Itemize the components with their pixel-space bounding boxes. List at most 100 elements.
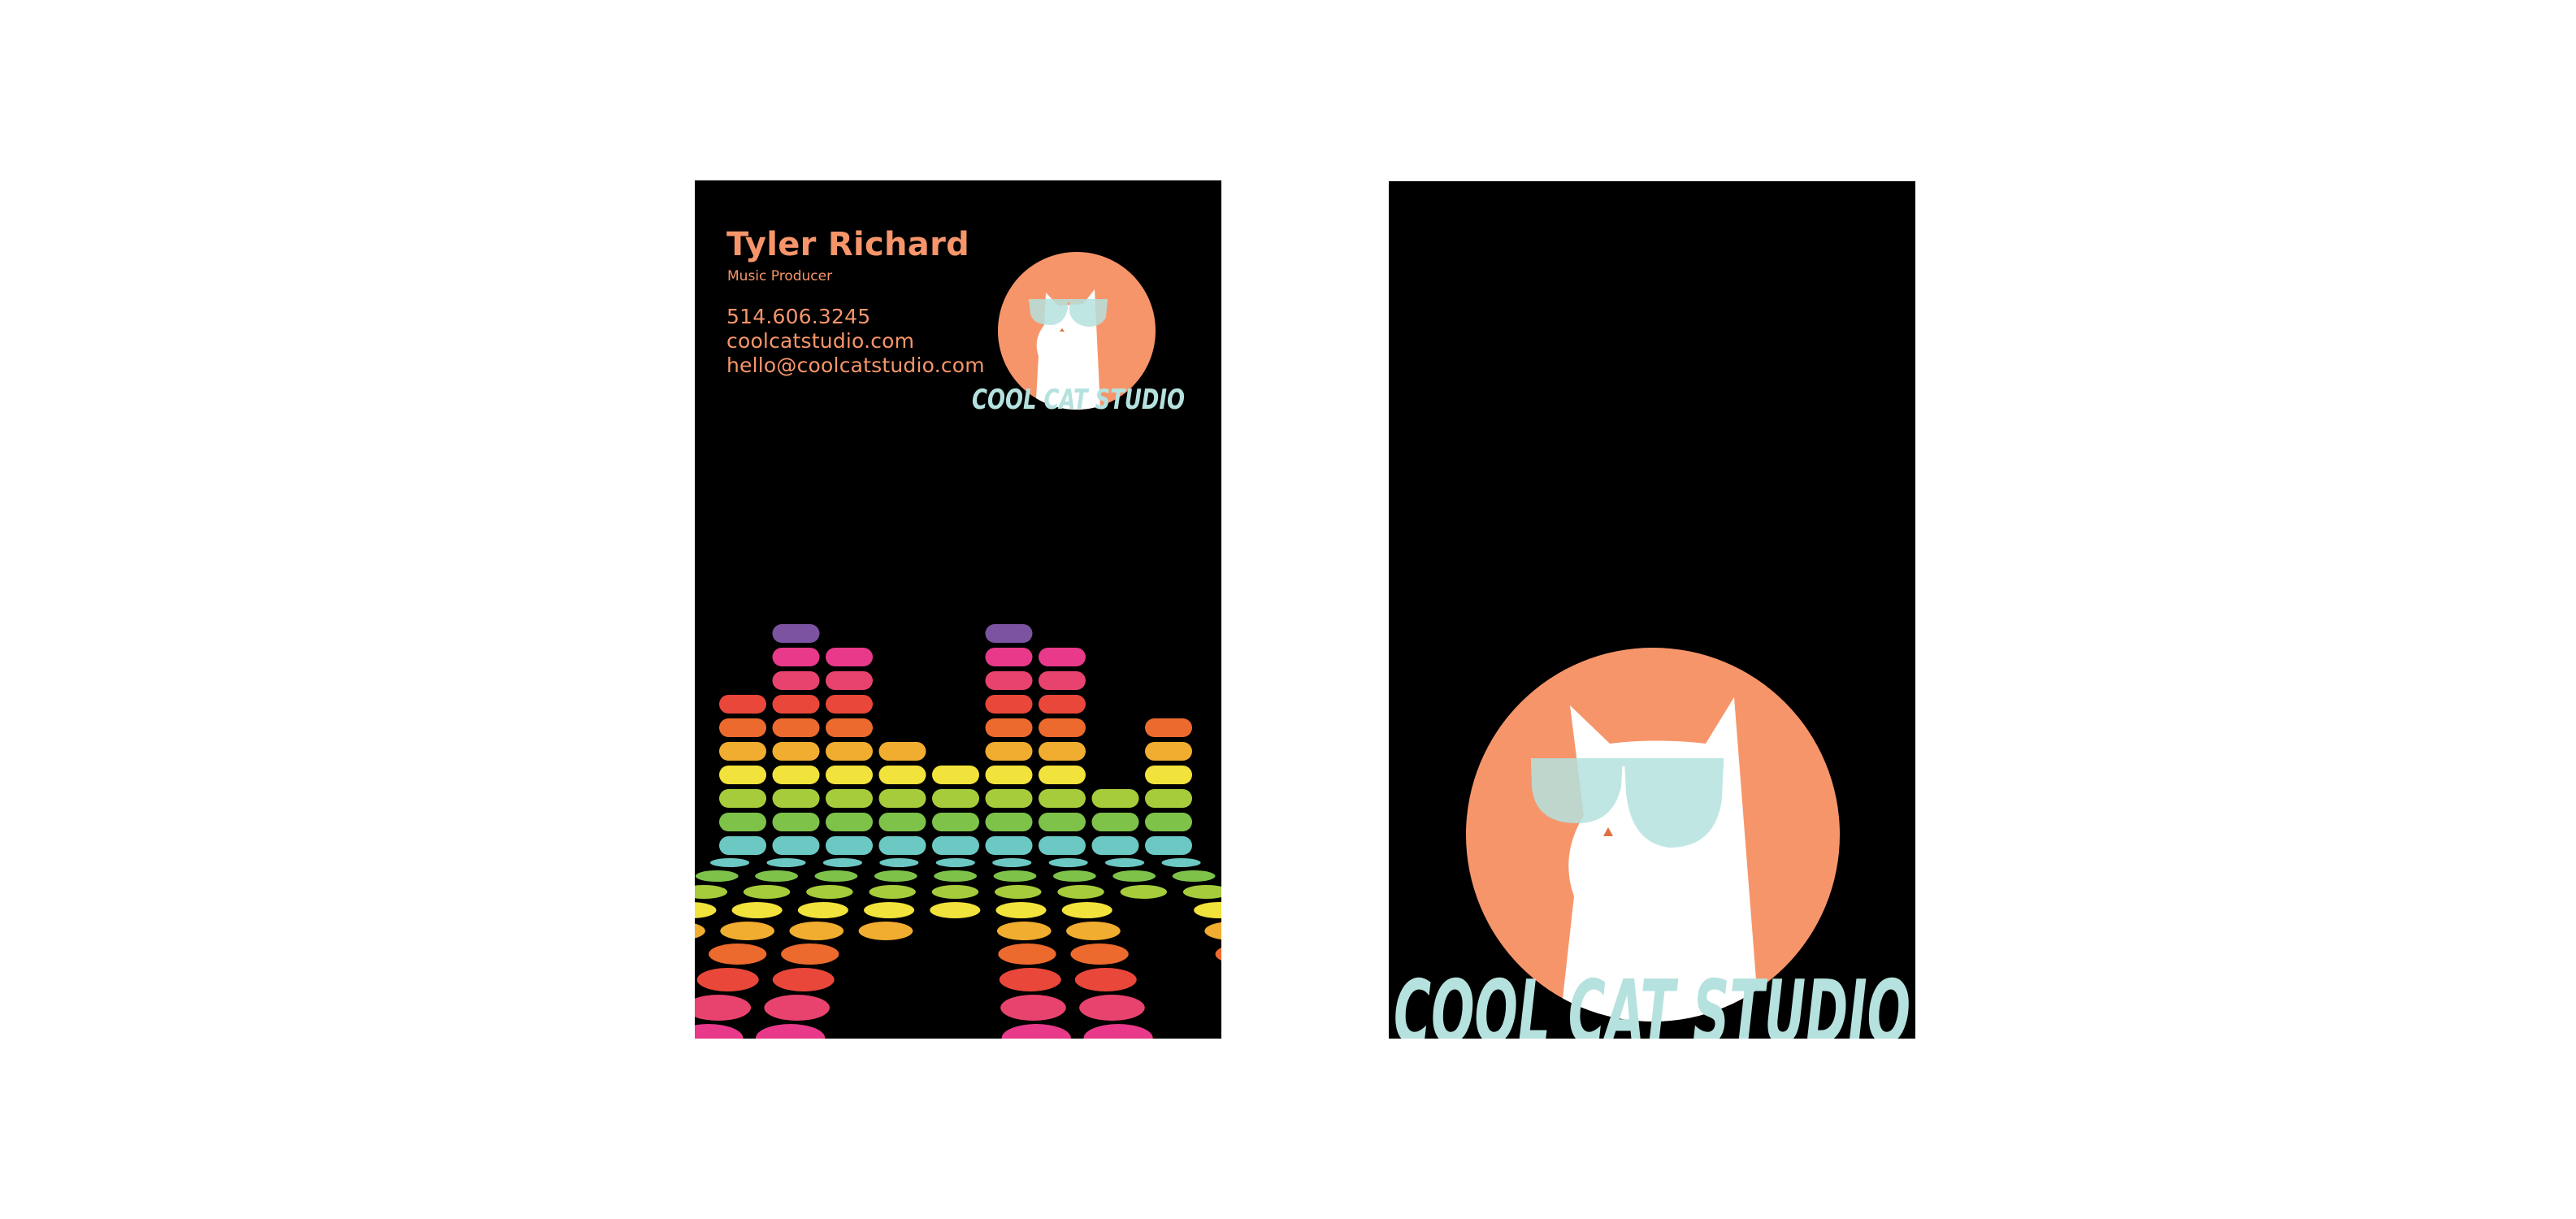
logo-text-large: COOL CAT STUDIO (1394, 962, 1910, 1039)
equalizer-reflection (731, 902, 783, 918)
equalizer-bar (878, 813, 926, 831)
equalizer-reflection (764, 995, 830, 1021)
equalizer-reflection (874, 870, 917, 882)
equalizer-bar (719, 742, 766, 761)
equalizer-bar (878, 789, 926, 808)
equalizer-reflection (1061, 902, 1112, 918)
equalizer-reflection (1074, 968, 1137, 991)
equalizer-bar (985, 813, 1033, 831)
equalizer-bar (1091, 836, 1139, 855)
equalizer-reflection (1057, 885, 1104, 899)
equalizer-reflection (1182, 885, 1221, 899)
equalizer-reflection (1052, 870, 1096, 882)
equalizer-bar (1039, 836, 1086, 855)
equalizer-bar (985, 742, 1033, 761)
equalizer-bar (772, 695, 820, 714)
equalizer-reflection (934, 870, 978, 882)
equalizer-reflection (935, 858, 975, 867)
equalizer-reflection (931, 885, 979, 899)
equalizer-bar (1145, 718, 1192, 737)
equalizer-bar (719, 789, 766, 808)
equalizer-bar (772, 624, 820, 643)
equalizer-reflection (1120, 885, 1168, 899)
equalizer-bar (1039, 671, 1086, 690)
equalizer-bar (772, 766, 820, 784)
equalizer-bar (932, 789, 979, 808)
equalizer-bar (1039, 695, 1086, 714)
equalizer-reflection (1000, 995, 1066, 1021)
equalizer-bar (719, 766, 766, 784)
equalizer-bar (878, 766, 926, 784)
equalizer-reflection (1001, 1024, 1071, 1039)
equalizer-reflection (756, 1024, 826, 1039)
equalizer-reflection (992, 858, 1032, 867)
equalizer-reflection (709, 944, 767, 965)
equalizer-bar (826, 695, 873, 714)
equalizer-bar (719, 718, 766, 737)
equalizer-bar (1091, 813, 1139, 831)
equalizer-bar (772, 718, 820, 737)
business-card-front: Tyler Richard Music Producer 514.606.324… (695, 180, 1221, 1039)
equalizer-bar (878, 836, 926, 855)
business-card-back: COOL CAT STUDIO (1389, 181, 1915, 1039)
equalizer-reflection (1161, 858, 1201, 867)
equalizer-reflection (695, 1024, 744, 1039)
equalizer-bar (1039, 766, 1086, 784)
equalizer-bar (826, 718, 873, 737)
equalizer-reflection (858, 922, 913, 940)
equalizer-reflection (930, 902, 981, 918)
equalizer-bar (985, 695, 1033, 714)
equalizer-bar (1039, 742, 1086, 761)
equalizer-bar (932, 813, 979, 831)
equalizer-bar (772, 813, 820, 831)
equalizer-bar (719, 813, 766, 831)
equalizer-bar (772, 742, 820, 761)
equalizer-reflection (999, 968, 1061, 991)
equalizer-bar (985, 766, 1033, 784)
equalizer-bar (1039, 718, 1086, 737)
equalizer-reflection (766, 858, 806, 867)
equalizer-reflection (1066, 922, 1121, 940)
equalizer-bar (1039, 813, 1086, 831)
equalizer-reflection (1172, 870, 1216, 882)
equalizer-reflection (772, 968, 835, 991)
equalizer-reflection (869, 885, 916, 899)
equalizer-bar (719, 695, 766, 714)
equalizer-reflection (695, 902, 717, 918)
equalizer-bar (878, 742, 926, 761)
equalizer-bar (772, 671, 820, 690)
equalizer-bar (985, 718, 1033, 737)
equalizer-bar (932, 766, 979, 784)
equalizer-reflection (1215, 948, 1221, 961)
equalizer-reflection (1048, 858, 1088, 867)
equalizer-bar (1145, 789, 1192, 808)
equalizer-reflection (743, 885, 791, 899)
equalizer-bar (932, 836, 979, 855)
equalizer-bar (826, 648, 873, 666)
equalizer-bar (772, 648, 820, 666)
equalizer-reflection (789, 922, 844, 940)
equalizer-bar (826, 789, 873, 808)
equalizer-reflection (797, 902, 848, 918)
equalizer-bar (1145, 836, 1192, 855)
equalizer-reflection (814, 870, 858, 882)
equalizer-bar (985, 836, 1033, 855)
equalizer-reflection (995, 885, 1042, 899)
equalizer-reflection (822, 858, 863, 867)
equalizer-bar (985, 624, 1033, 643)
equalizer-bar (826, 836, 873, 855)
equalizer-bar (1039, 789, 1086, 808)
equalizer-reflection (1105, 858, 1145, 867)
equalizer-bar (1091, 789, 1139, 808)
equalizer-reflection (993, 870, 1037, 882)
equalizer-reflection (1194, 902, 1221, 918)
equalizer-bar (772, 789, 820, 808)
equalizer-reflection (1083, 1024, 1153, 1039)
equalizer-bar (1039, 648, 1086, 666)
equalizer-bar (826, 671, 873, 690)
equalizer-reflection (998, 944, 1056, 965)
equalizer-reflection (720, 922, 774, 940)
equalizer-reflection (1204, 922, 1221, 940)
equalizer-bar (719, 836, 766, 855)
cool-cat-logo-large: COOL CAT STUDIO (1394, 648, 1910, 1039)
